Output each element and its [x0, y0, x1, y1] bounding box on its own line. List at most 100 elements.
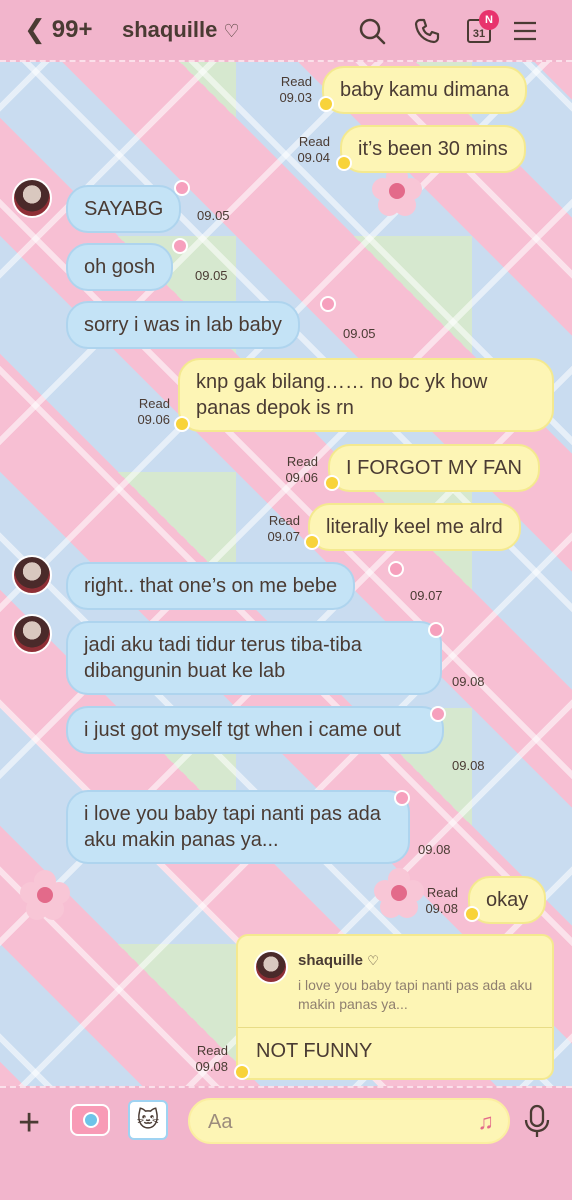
message-text: oh gosh: [84, 256, 156, 278]
message-text: jadi aku tadi tidur terus tiba-tiba diba…: [84, 634, 362, 682]
calendar-day: 31: [472, 28, 486, 40]
message-bubble-outgoing[interactable]: okay: [468, 876, 547, 924]
heart-icon: ♡: [367, 953, 379, 968]
flower-decoration: [372, 166, 422, 216]
quoted-avatar: [254, 950, 288, 984]
message-time: 09.08: [418, 842, 451, 857]
message-text: sorry i was in lab baby: [84, 314, 282, 336]
sticker-icon[interactable]: 🐱: [128, 1100, 168, 1140]
contact-avatar[interactable]: [12, 555, 52, 595]
contact-avatar[interactable]: [12, 178, 52, 218]
message-time: 09.07: [267, 529, 300, 544]
read-status: Read: [426, 885, 458, 900]
quoted-message[interactable]: shaquille ♡ i love you baby tapi nanti p…: [238, 936, 552, 1028]
message-bubble-outgoing[interactable]: knp gak bilang…… no bc yk how panas depo…: [178, 358, 554, 432]
message-text: it’s been 30 mins: [358, 138, 508, 160]
message-meta: Read 09.03: [264, 74, 312, 106]
message-input[interactable]: [208, 1110, 448, 1134]
message-bubble-incoming[interactable]: i love you baby tapi nanti pas ada aku m…: [66, 790, 410, 864]
message-bubble-incoming[interactable]: right.. that one’s on me bebe: [66, 562, 356, 610]
read-status: Read: [280, 74, 312, 89]
message-text: I FORGOT MY FAN: [346, 457, 522, 479]
message-text: baby kamu dimana: [340, 79, 509, 101]
message-meta: Read 09.06: [270, 454, 318, 486]
quoted-sender: shaquille ♡: [298, 952, 379, 969]
flower-icon: [236, 1066, 248, 1078]
message-text: right.. that one’s on me bebe: [84, 575, 338, 597]
message-time: 09.08: [452, 758, 485, 773]
read-status: Read: [286, 454, 318, 469]
contact-title[interactable]: shaquille ♡: [122, 17, 240, 43]
flower-decoration: [20, 870, 70, 920]
flower-icon: [174, 240, 186, 252]
camera-lens: [83, 1112, 99, 1128]
message-input-bar: + 🐱 ♫: [0, 1086, 572, 1200]
message-time: 09.05: [195, 268, 228, 283]
flower-icon: [320, 98, 332, 110]
music-icon[interactable]: ♫: [478, 1109, 495, 1135]
message-bubble-incoming[interactable]: jadi aku tadi tidur terus tiba-tiba diba…: [66, 621, 442, 695]
new-badge: N: [479, 10, 499, 30]
message-input-field[interactable]: ♫: [188, 1098, 510, 1144]
message-time: 09.07: [410, 588, 443, 603]
flower-icon: [432, 708, 444, 720]
flower-icon: [326, 477, 338, 489]
menu-icon: [514, 21, 536, 41]
message-bubble-outgoing[interactable]: baby kamu dimana: [322, 66, 527, 114]
message-bubble-incoming[interactable]: sorry i was in lab baby: [66, 301, 300, 349]
chevron-left-icon: ❮: [24, 14, 46, 44]
read-status: Read: [298, 134, 330, 149]
flower-icon: [466, 908, 478, 920]
chat-header: ❮ 99+ shaquille ♡ 31 N: [0, 0, 572, 62]
back-button[interactable]: ❮ 99+: [24, 14, 93, 45]
message-time: 09.06: [137, 412, 170, 427]
message-meta: Read 09.06: [122, 396, 170, 428]
quoted-sender-name: shaquille: [298, 952, 364, 969]
flower-icon: [176, 182, 188, 194]
message-meta: Read 09.08: [410, 885, 458, 917]
message-text: knp gak bilang…… no bc yk how panas depo…: [196, 371, 488, 419]
contact-avatar[interactable]: [12, 614, 52, 654]
plus-icon[interactable]: +: [18, 1102, 40, 1145]
message-text: SAYABG: [84, 198, 164, 220]
read-status: Read: [268, 513, 300, 528]
message-text: okay: [486, 889, 529, 911]
message-bubble-outgoing[interactable]: it’s been 30 mins: [340, 125, 526, 173]
message-bubble-outgoing[interactable]: I FORGOT MY FAN: [328, 444, 540, 492]
message-bubble-incoming[interactable]: SAYABG: [66, 185, 182, 233]
message-time: 09.08: [425, 901, 458, 916]
search-icon: [359, 18, 386, 45]
message-text: i just got myself tgt when i came out: [84, 719, 401, 741]
flower-icon: [176, 418, 188, 430]
flower-icon: [306, 536, 318, 548]
message-text: i love you baby tapi nanti pas ada aku m…: [84, 803, 381, 851]
message-time: 09.08: [452, 674, 485, 689]
message-time: 09.05: [197, 208, 230, 223]
message-bubble-incoming[interactable]: i just got myself tgt when i came out: [66, 706, 444, 754]
message-meta: Read 09.07: [252, 513, 300, 545]
reply-message-bubble[interactable]: shaquille ♡ i love you baby tapi nanti p…: [236, 934, 554, 1080]
menu-button[interactable]: [508, 14, 542, 48]
phone-icon: [414, 18, 440, 44]
camera-icon[interactable]: [70, 1104, 110, 1136]
message-text: literally keel me alrd: [326, 516, 503, 538]
contact-name: shaquille: [122, 17, 218, 42]
read-status: Read: [196, 1043, 228, 1058]
message-time: 09.05: [343, 326, 376, 341]
message-bubble-incoming[interactable]: oh gosh: [66, 243, 174, 291]
flower-icon: [338, 157, 350, 169]
message-time: 09.08: [195, 1059, 228, 1074]
message-bubble-outgoing[interactable]: literally keel me alrd: [308, 503, 521, 551]
call-button[interactable]: [410, 14, 444, 48]
message-time: 09.06: [285, 470, 318, 485]
search-button[interactable]: [355, 14, 389, 48]
message-time: 09.04: [297, 150, 330, 165]
reply-text: NOT FUNNY: [256, 1040, 373, 1062]
microphone-icon[interactable]: [522, 1104, 552, 1138]
calendar-button[interactable]: 31 N: [462, 10, 499, 48]
unread-count: 99+: [51, 15, 93, 43]
read-status: Read: [138, 396, 170, 411]
flower-icon: [430, 624, 442, 636]
heart-icon: ♡: [223, 21, 240, 41]
flower-icon: [390, 563, 402, 575]
